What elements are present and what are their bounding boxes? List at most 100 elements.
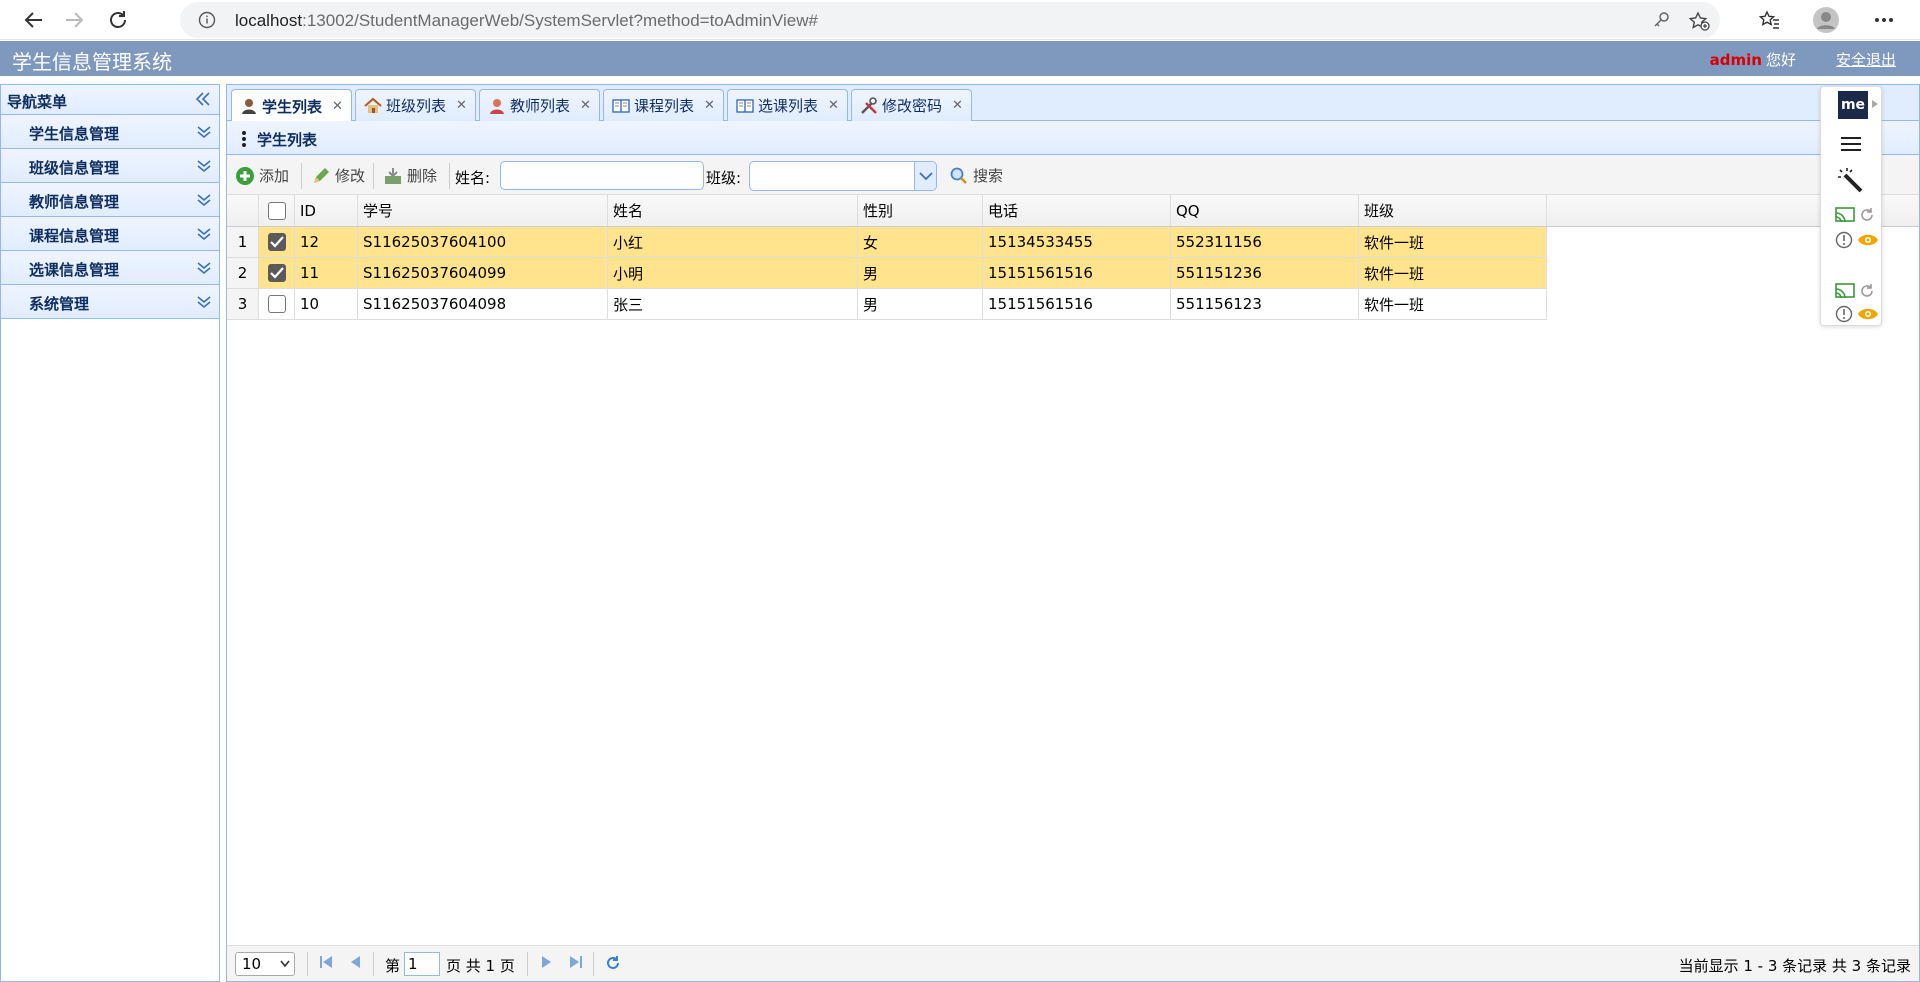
sidebar-item-selection[interactable]: 选课信息管理 [1, 251, 219, 285]
reload-icon [107, 9, 129, 31]
close-icon[interactable]: ✕ [828, 98, 839, 113]
edit-button[interactable]: 修改 [311, 165, 365, 186]
extension-logo[interactable]: me [1838, 91, 1868, 119]
play-arrow-icon[interactable] [1871, 99, 1879, 109]
tools-icon [860, 96, 878, 115]
refresh-icon[interactable] [1859, 283, 1875, 299]
double-chevron-down-icon [197, 193, 211, 207]
cell-phone: 15151561516 [983, 289, 1171, 319]
add-button[interactable]: 添加 [235, 165, 289, 186]
close-icon[interactable]: ✕ [952, 98, 963, 113]
column-header-name[interactable]: 姓名 [608, 195, 858, 226]
user-greeting: admin 您好 [1710, 49, 1796, 70]
column-header-sex[interactable]: 性别 [858, 195, 983, 226]
cast-icon[interactable] [1835, 283, 1855, 299]
tab-class-list[interactable]: 班级列表 ✕ [355, 89, 476, 121]
double-chevron-left-icon[interactable] [195, 92, 211, 106]
column-header-phone[interactable]: 电话 [983, 195, 1171, 226]
logout-link[interactable]: 安全退出 [1836, 49, 1896, 70]
column-header-class[interactable]: 班级 [1359, 195, 1547, 226]
double-chevron-down-icon [197, 159, 211, 173]
cell-name: 小明 [608, 258, 858, 288]
column-header-sno[interactable]: 学号 [358, 195, 608, 226]
sidebar-item-system[interactable]: 系统管理 [1, 285, 219, 319]
column-header-id[interactable]: ID [295, 195, 358, 226]
last-page-icon[interactable] [569, 955, 583, 969]
double-chevron-down-icon [197, 261, 211, 275]
cast-icon[interactable] [1835, 207, 1855, 223]
sidebar-item-label: 选课信息管理 [29, 261, 120, 279]
sidebar-item-teacher[interactable]: 教师信息管理 [1, 183, 219, 217]
alert-icon[interactable] [1835, 305, 1853, 323]
alert-icon[interactable] [1835, 231, 1853, 249]
previous-page-icon[interactable] [349, 955, 363, 969]
more-button[interactable] [1870, 6, 1898, 34]
address-bar[interactable]: localhost:13002/StudentManagerWeb/System… [180, 2, 1720, 38]
refresh-icon[interactable] [605, 955, 621, 971]
info-icon[interactable] [198, 11, 216, 29]
sidebar-item-class[interactable]: 班级信息管理 [1, 149, 219, 183]
magic-wand-icon[interactable] [1837, 167, 1865, 193]
user-name: admin [1709, 51, 1762, 69]
name-search-input[interactable] [500, 161, 704, 190]
eye-icon[interactable] [1857, 233, 1879, 247]
sidebar-item-label: 教师信息管理 [29, 193, 120, 211]
table-row[interactable]: 3 10 S11625037604098 张三 男 15151561516 55… [227, 289, 1547, 320]
close-icon[interactable]: ✕ [456, 98, 467, 113]
tab-course-list[interactable]: 课程列表 ✕ [603, 89, 724, 121]
pencil-icon [311, 166, 331, 186]
avatar-icon [1813, 7, 1839, 33]
nav-panel-header: 导航菜单 [1, 85, 219, 115]
greeting-text: 您好 [1765, 51, 1796, 69]
cell-phone: 15151561516 [983, 258, 1171, 288]
page-size-select[interactable]: 10 [235, 952, 295, 976]
sidebar-item-student[interactable]: 学生信息管理 [1, 115, 219, 149]
cell-name: 小红 [608, 227, 858, 257]
app-title: 学生信息管理系统 [12, 50, 172, 74]
close-icon[interactable]: ✕ [704, 98, 715, 113]
refresh-icon[interactable] [1859, 207, 1875, 223]
close-icon[interactable]: ✕ [580, 98, 591, 113]
reload-button[interactable] [104, 6, 132, 34]
back-button[interactable] [20, 6, 48, 34]
table-row[interactable]: 2 11 S11625037604099 小明 男 15151561516 55… [227, 258, 1547, 289]
search-label: 搜索 [973, 167, 1004, 185]
tab-change-password[interactable]: 修改密码 ✕ [851, 89, 972, 121]
key-icon[interactable] [1652, 11, 1670, 29]
tabs-container: 学生列表 ✕ 班级列表 ✕ 教师列表 ✕ 课程列表 ✕ 选课列表 ✕ 修改密码 … [226, 84, 1920, 982]
favorites-list-icon [1759, 9, 1781, 31]
row-checkbox[interactable] [267, 233, 286, 251]
toolbar-divider [373, 163, 374, 189]
eye-icon[interactable] [1857, 307, 1879, 321]
tab-student-list[interactable]: 学生列表 ✕ [231, 89, 352, 122]
row-checkbox[interactable] [267, 295, 286, 313]
tab-teacher-list[interactable]: 教师列表 ✕ [479, 89, 600, 121]
class-select[interactable] [749, 161, 937, 191]
first-page-icon[interactable] [319, 955, 333, 969]
forward-button[interactable] [60, 6, 88, 34]
tab-label: 课程列表 [634, 97, 695, 115]
select-all-checkbox[interactable] [267, 201, 286, 220]
browser-toolbar: localhost:13002/StudentManagerWeb/System… [0, 0, 1920, 40]
next-page-icon[interactable] [539, 955, 553, 969]
row-checkbox[interactable] [267, 264, 286, 282]
page-number-input[interactable]: 1 [404, 952, 440, 976]
panel-title: 学生列表 [257, 131, 318, 149]
column-header-qq[interactable]: QQ [1171, 195, 1359, 226]
cell-class: 软件一班 [1359, 227, 1547, 257]
add-favorite-icon[interactable] [1688, 11, 1710, 31]
delete-button[interactable]: 删除 [383, 165, 437, 186]
sidebar-item-course[interactable]: 课程信息管理 [1, 217, 219, 251]
add-icon [235, 166, 255, 186]
favorites-button[interactable] [1756, 6, 1784, 34]
extension-widget: me [1820, 86, 1882, 326]
close-icon[interactable]: ✕ [332, 99, 343, 114]
tab-selection-list[interactable]: 选课列表 ✕ [727, 89, 848, 121]
menu-icon[interactable] [1839, 135, 1863, 153]
profile-button[interactable] [1812, 6, 1840, 34]
cell-qq: 551151236 [1171, 258, 1359, 288]
select-all-cell [259, 195, 295, 226]
table-row[interactable]: 1 12 S11625037604100 小红 女 15134533455 55… [227, 227, 1547, 258]
chevron-down-icon[interactable] [914, 162, 936, 190]
search-button[interactable]: 搜索 [949, 165, 1003, 186]
